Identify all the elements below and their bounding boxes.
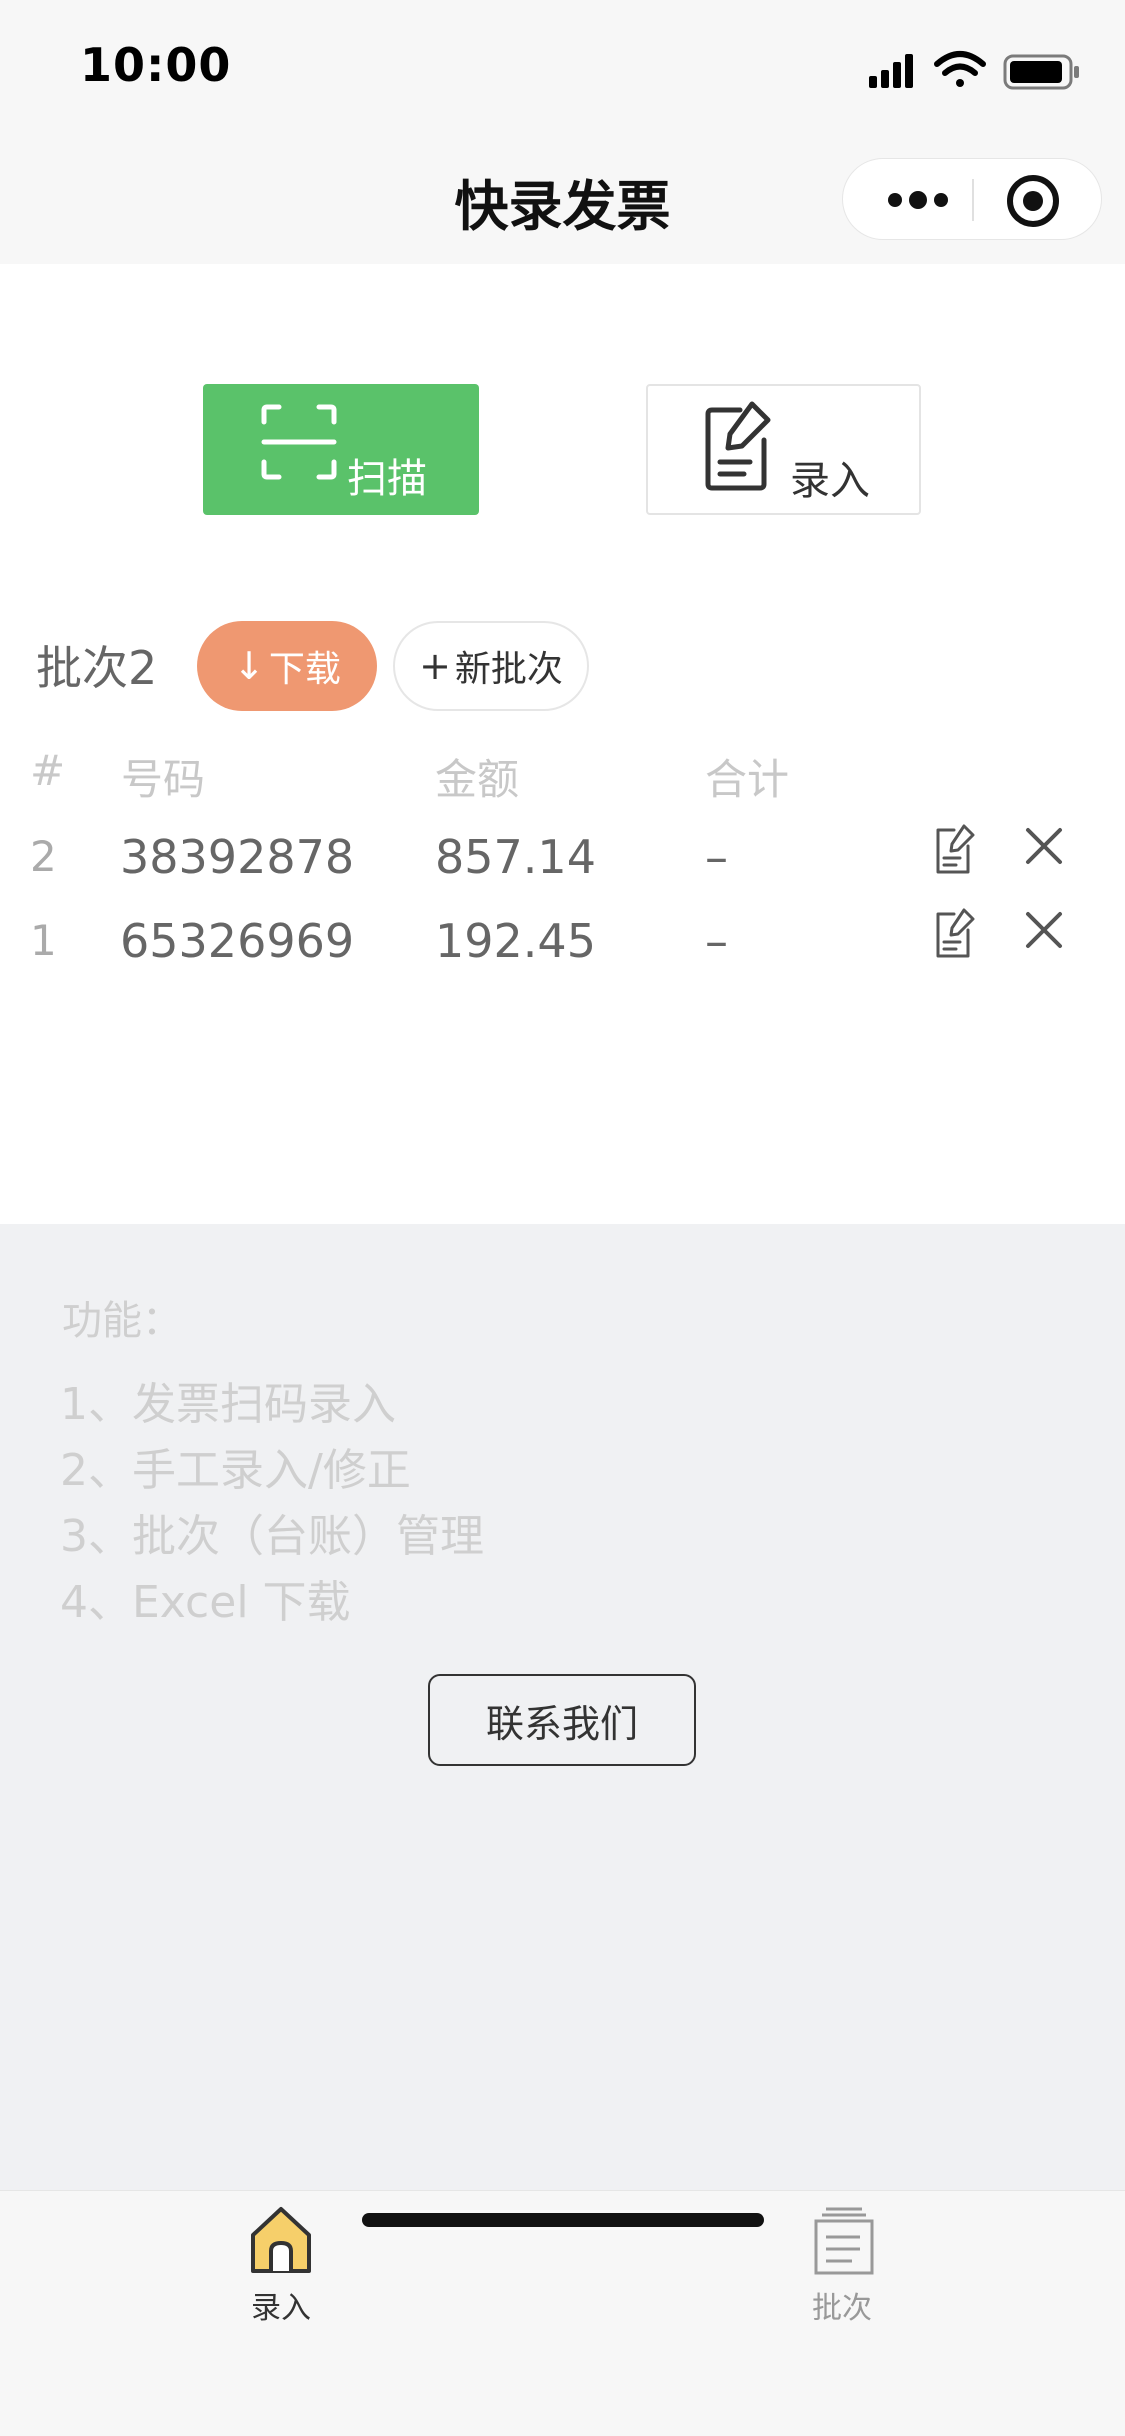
arrow-down-icon: ↓ (233, 644, 265, 688)
feature-item: 3、批次（台账）管理 (60, 1511, 484, 1562)
edit-document-icon (705, 401, 771, 491)
tab-label: 录入 (251, 2291, 311, 2326)
more-dots-icon (888, 191, 948, 209)
download-label: 下载 (268, 649, 341, 690)
tab-label: 批次 (812, 2291, 872, 2326)
batch-title: 批次2 (36, 641, 158, 695)
edit-row-button[interactable] (934, 908, 976, 960)
mini-program-capsule (842, 158, 1102, 240)
row-index: 1 (30, 916, 57, 965)
new-batch-button[interactable]: + 新批次 (393, 621, 589, 711)
feature-item: 1、发票扫码录入 (60, 1379, 396, 1430)
wifi-icon (934, 51, 986, 87)
edit-icon (936, 824, 975, 874)
battery-icon (1003, 54, 1079, 90)
row-total: – (705, 830, 728, 884)
home-indicator (362, 2213, 764, 2227)
new-batch-label: 新批次 (454, 649, 563, 690)
row-total: – (705, 914, 728, 968)
document-list-icon (814, 2207, 874, 2275)
more-button[interactable] (883, 179, 953, 221)
row-amount: 192.45 (435, 914, 596, 968)
row-index: 2 (30, 832, 57, 881)
entry-label: 录入 (790, 458, 870, 504)
feature-item: 4、Excel 下载 (60, 1577, 351, 1628)
row-amount: 857.14 (435, 830, 596, 884)
close-icon (1026, 912, 1062, 948)
status-icons (865, 46, 1085, 96)
status-bar: 10:00 (0, 0, 1125, 132)
delete-row-button[interactable] (1022, 908, 1066, 956)
edit-row-button[interactable] (934, 824, 976, 876)
row-number: 38392878 (120, 830, 355, 884)
close-icon (1026, 828, 1062, 864)
table-row: 2 38392878 857.14 – (0, 824, 1125, 914)
tab-batch[interactable]: 批次 (692, 2191, 992, 2331)
home-icon (251, 2207, 311, 2273)
edit-icon (936, 908, 975, 958)
table-row: 1 65326969 192.45 – (0, 908, 1125, 998)
nav-bar: 快录发票 (0, 132, 1125, 264)
row-number: 65326969 (120, 914, 355, 968)
features-panel: 功能： 1、发票扫码录入 2、手工录入/修正 3、批次（台账）管理 4、Exce… (0, 1224, 1125, 2190)
column-header-amount: 金额 (435, 755, 520, 804)
column-header-total: 合计 (705, 755, 790, 804)
column-header-index: # (30, 746, 66, 795)
feature-item: 2、手工录入/修正 (60, 1445, 411, 1496)
plus-icon: + (419, 644, 451, 688)
features-title: 功能： (62, 1298, 182, 1344)
contact-us-button[interactable]: 联系我们 (428, 1674, 696, 1766)
manual-entry-button[interactable]: 录入 (646, 384, 921, 515)
capsule-divider (972, 179, 974, 221)
close-mini-program-button[interactable] (1003, 171, 1063, 231)
status-time: 10:00 (80, 38, 232, 92)
delete-row-button[interactable] (1022, 824, 1066, 872)
cellular-signal-icon (869, 54, 913, 88)
scan-label: 扫描 (347, 456, 427, 502)
column-header-number: 号码 (121, 755, 206, 804)
scan-frame-icon (261, 404, 337, 480)
tab-entry[interactable]: 录入 (131, 2191, 431, 2331)
download-button[interactable]: ↓ 下载 (197, 621, 377, 711)
target-circle-icon (1007, 175, 1059, 227)
scan-button[interactable]: 扫描 (203, 384, 479, 515)
